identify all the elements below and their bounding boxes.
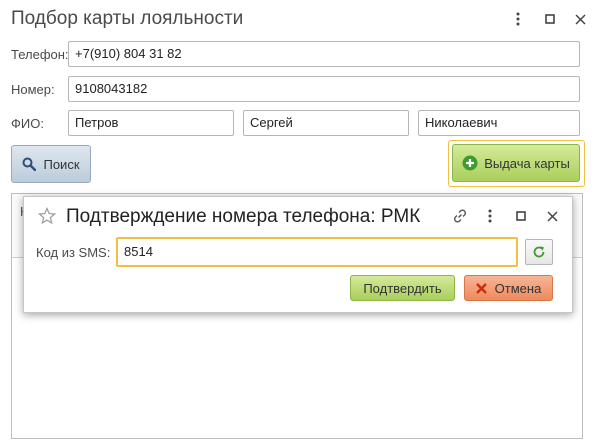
window-title: Подбор карты лояльности bbox=[11, 8, 244, 29]
sms-confirm-dialog: Подтверждение номера телефона: РМК Код и… bbox=[23, 196, 573, 313]
search-icon bbox=[22, 157, 37, 171]
issue-card-button[interactable]: Выдача карты bbox=[452, 144, 580, 182]
maximize-icon[interactable] bbox=[511, 206, 531, 226]
link-icon[interactable] bbox=[450, 206, 470, 226]
number-label: Номер: bbox=[11, 82, 55, 97]
add-circle-icon bbox=[462, 155, 478, 171]
search-button-label: Поиск bbox=[43, 156, 80, 172]
cancel-button[interactable]: Отмена bbox=[464, 275, 553, 301]
close-icon[interactable] bbox=[570, 9, 590, 29]
cancel-button-label: Отмена bbox=[494, 280, 542, 296]
close-icon bbox=[475, 282, 487, 294]
last-name-field[interactable]: Петров bbox=[68, 110, 234, 136]
dialog-title: Подтверждение номера телефона: РМК bbox=[66, 206, 421, 227]
phone-label: Телефон: bbox=[11, 47, 69, 62]
phone-field[interactable]: +7(910) 804 31 82 bbox=[68, 41, 580, 67]
fio-label: ФИО: bbox=[11, 116, 44, 131]
star-icon[interactable] bbox=[38, 207, 56, 225]
close-icon[interactable] bbox=[542, 206, 562, 226]
number-field[interactable]: 9108043182 bbox=[68, 76, 580, 102]
window-titlebar: Подбор карты лояльности bbox=[0, 0, 599, 38]
more-vertical-icon[interactable] bbox=[508, 9, 528, 29]
confirm-button[interactable]: Подтвердить bbox=[350, 275, 455, 301]
confirm-button-label: Подтвердить bbox=[363, 280, 442, 296]
refresh-icon bbox=[533, 246, 545, 258]
sms-code-label: Код из SMS: bbox=[36, 245, 111, 260]
more-vertical-icon[interactable] bbox=[480, 206, 500, 226]
issue-card-button-label: Выдача карты bbox=[484, 155, 570, 171]
sms-code-input[interactable]: 8514 bbox=[116, 237, 518, 267]
search-button[interactable]: Поиск bbox=[11, 145, 91, 183]
main-window: Подбор карты лояльности Телефон: +7(910)… bbox=[0, 0, 599, 448]
first-name-field[interactable]: Сергей bbox=[243, 110, 409, 136]
resend-code-button[interactable] bbox=[525, 239, 553, 265]
middle-name-field[interactable]: Николаевич bbox=[418, 110, 580, 136]
maximize-icon[interactable] bbox=[540, 9, 560, 29]
